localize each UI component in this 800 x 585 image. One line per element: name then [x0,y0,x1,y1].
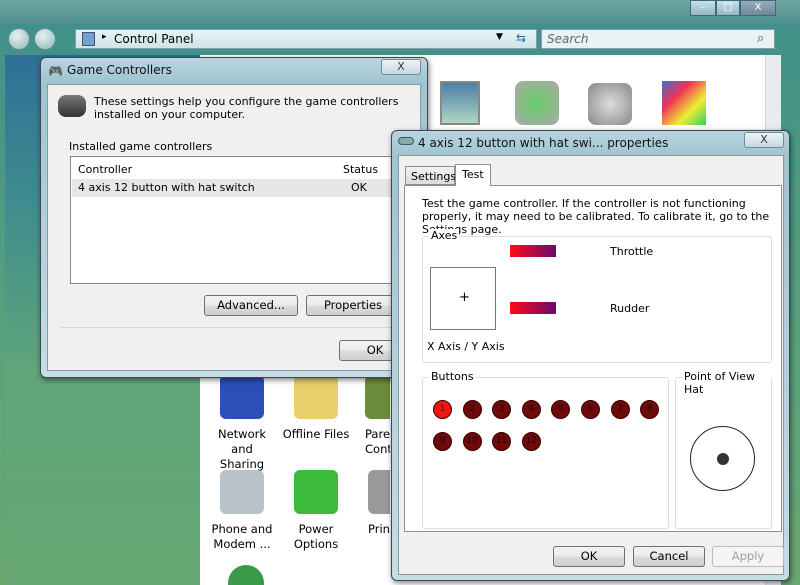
tab-test[interactable]: Test [455,164,491,186]
refresh-icon[interactable]: ⇆ [516,31,526,45]
buttons-label: Buttons [429,370,476,383]
address-bar[interactable]: ▸ Control Panel ▼ ⇆ [75,29,537,49]
throttle-label: Throttle [610,245,654,258]
table-row[interactable]: 4 axis 12 button with hat switch OK [72,179,414,197]
network-icon [220,375,264,419]
description: These settings help you configure the ga… [94,95,399,121]
item-label: Options [293,537,339,551]
joystick-button-indicator: 1 [433,400,452,419]
cancel-button[interactable]: Cancel [633,546,705,567]
tab-settings[interactable]: Settings [405,166,456,185]
item-label: Prin [368,522,390,536]
test-tab-panel: Test the game controller. If the control… [404,185,782,532]
search-input[interactable]: Search [541,29,775,49]
joystick-button-indicator: 6 [581,400,600,419]
gamepad-large-icon [58,95,86,117]
item-label: Phone and [211,522,273,536]
cp-item-power[interactable]: Power Options [281,470,351,552]
cp-icon-3[interactable] [588,83,632,125]
item-label: Offline Files [282,427,350,441]
cp-icon-1[interactable] [440,81,480,125]
joystick-button-indicator: 5 [551,400,571,419]
search-icon[interactable]: ⌕ [757,31,764,46]
apply-button[interactable]: Apply [712,546,784,567]
globe-icon[interactable] [228,565,264,585]
folder-sync-icon [294,375,338,419]
installed-label: Installed game controllers [69,140,213,153]
cp-icon-4[interactable] [662,81,706,125]
ok-button[interactable]: OK [553,546,625,567]
joystick-button-indicator: 11 [492,432,512,451]
column-controller[interactable]: Controller [78,163,132,176]
close-button[interactable]: X [381,59,421,75]
gamepad-icon: 🎮 [48,64,63,78]
throttle-bar [510,245,556,257]
joystick-button-indicator: 10 [462,432,482,451]
xy-axis-label: X Axis / Y Axis [427,340,505,353]
address-text: Control Panel [114,32,194,46]
cp-item-offline-files[interactable]: Offline Files [281,375,351,442]
dialog-title: 4 axis 12 button with hat swi... propert… [418,136,669,150]
item-label: Cont [365,442,390,456]
close-window-button[interactable]: X [740,0,776,16]
controllers-list[interactable]: Controller Status 4 axis 12 button with … [70,156,416,284]
joystick-button-indicator: 3 [492,400,512,419]
phone-icon [220,470,264,514]
minimize-button[interactable]: – [690,0,716,16]
game-controllers-dialog: 🎮 Game Controllers X These settings help… [40,57,428,378]
forward-button[interactable] [34,28,56,50]
rudder-bar [510,302,556,314]
back-button[interactable] [8,28,30,50]
buttons-group: Buttons 1 2 3 4 5 6 7 8 9 10 11 12 [422,370,669,529]
control-panel-icon [82,32,95,46]
axes-group: Axes Throttle + Rudder X Axis / Y Axis [422,229,772,363]
maximize-button[interactable]: □ [716,0,740,16]
test-description: Test the game controller. If the control… [422,197,770,236]
cp-item-parental[interactable]: Pare Cont [350,375,390,457]
explorer-title-strip [0,0,800,24]
column-status[interactable]: Status [343,163,378,176]
gamepad-icon [398,137,414,145]
advanced-button[interactable]: Advanced... [204,295,298,316]
joystick-button-indicator: 7 [610,400,630,419]
separator [60,327,410,328]
close-button[interactable]: X [744,132,784,148]
properties-button[interactable]: Properties [306,295,400,316]
dropdown-arrow-icon[interactable]: ▼ [496,32,503,42]
item-label: Pare [365,427,390,441]
xy-axis-box: + [430,267,496,330]
rudder-label: Rudder [610,302,650,315]
cp-item-phone-modem[interactable]: Phone and Modem ... [207,470,277,552]
crosshair-icon: + [459,290,470,305]
controller-status: OK [351,181,367,194]
joystick-button-indicator: 12 [521,432,541,451]
item-label: Power [298,522,334,536]
item-label: Modem ... [213,537,271,551]
joystick-button-indicator: 4 [521,400,541,419]
cp-icon-2[interactable] [515,81,559,125]
joystick-button-indicator: 9 [433,432,452,451]
dialog-title: Game Controllers [67,63,172,77]
properties-dialog: 4 axis 12 button with hat swi... propert… [391,130,790,581]
item-label: Network and [217,427,267,456]
axes-label: Axes [429,229,460,242]
cp-item-printers[interactable]: Prin [350,470,390,537]
joystick-button-indicator: 2 [462,400,482,419]
controller-name: 4 axis 12 button with hat switch [78,181,255,194]
battery-icon [294,470,338,514]
breadcrumb-arrow-icon: ▸ [102,32,107,42]
printer-icon [368,470,390,514]
pov-hat-group: Point of View Hat [675,370,772,529]
pov-hat-label: Point of View Hat [682,370,771,396]
pov-hat-indicator [717,453,729,465]
parental-icon [365,375,390,419]
joystick-button-indicator: 8 [640,400,660,419]
